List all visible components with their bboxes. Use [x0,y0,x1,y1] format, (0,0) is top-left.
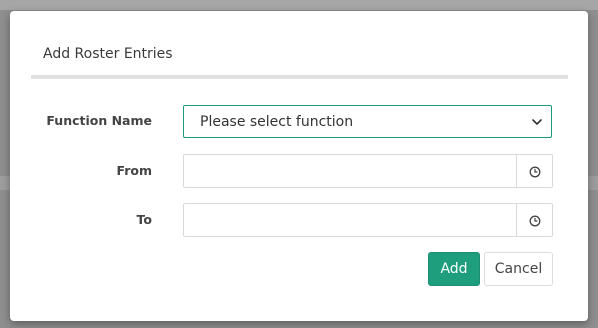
from-time-picker-button[interactable] [516,154,553,188]
from-time-input[interactable] [183,154,516,188]
clock-icon [529,166,541,178]
backdrop-band-top [0,0,598,10]
function-select[interactable]: Please select function [183,105,552,138]
modal-header: Add Roster Entries [31,33,568,79]
add-roster-modal: Add Roster Entries Function Name Please … [10,11,588,321]
function-select-value: Please select function [200,114,354,130]
modal-title: Add Roster Entries [43,46,173,62]
to-label: To [136,212,152,227]
to-time-input[interactable] [183,203,516,237]
to-time-group [183,203,553,237]
chevron-down-icon [532,119,542,125]
add-button[interactable]: Add [428,252,480,286]
from-time-group [183,154,553,188]
to-time-picker-button[interactable] [516,203,553,237]
cancel-button[interactable]: Cancel [484,252,553,286]
from-label: From [116,163,152,178]
clock-icon [529,215,541,227]
function-name-label: Function Name [46,113,152,128]
